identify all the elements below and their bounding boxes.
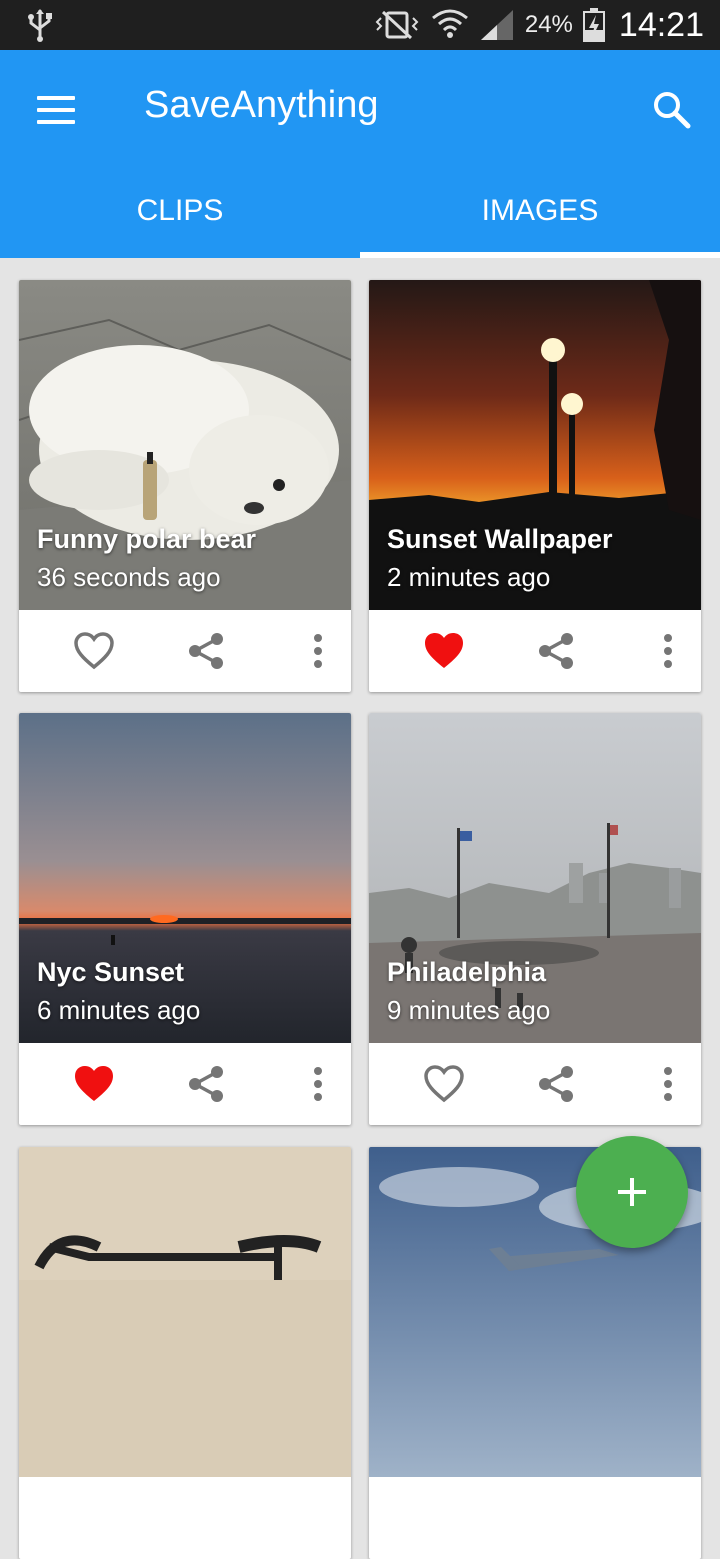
card-title: Philadelphia bbox=[387, 957, 547, 987]
more-vertical-icon bbox=[664, 634, 672, 668]
add-icon bbox=[576, 1136, 688, 1248]
battery-percent: 24% bbox=[524, 11, 573, 38]
image-card[interactable]: Nyc Sunset 6 minutes ago bbox=[19, 713, 351, 1125]
image-card[interactable]: Sunset Wallpaper 2 minutes ago bbox=[369, 280, 701, 692]
share-button[interactable] bbox=[183, 1061, 229, 1107]
card-title: Funny polar bear bbox=[37, 524, 257, 554]
more-vertical-icon bbox=[314, 634, 322, 668]
search-icon[interactable] bbox=[648, 86, 696, 134]
app-bar: SaveAnything CLIPS IMAGES bbox=[0, 50, 720, 258]
card-actions bbox=[19, 1043, 351, 1125]
heart-outline-icon bbox=[74, 632, 114, 670]
image-card[interactable]: Funny polar bear 36 seconds ago bbox=[19, 280, 351, 692]
image-card[interactable]: Philadelphia 9 minutes ago bbox=[369, 713, 701, 1125]
card-image[interactable] bbox=[19, 280, 351, 610]
share-icon bbox=[189, 1066, 223, 1102]
image-card[interactable] bbox=[19, 1147, 351, 1559]
share-button[interactable] bbox=[533, 628, 579, 674]
share-button[interactable] bbox=[183, 628, 229, 674]
vibrate-icon bbox=[375, 10, 419, 40]
heart-filled-icon bbox=[425, 633, 463, 668]
add-button[interactable] bbox=[576, 1136, 688, 1248]
card-actions bbox=[369, 610, 701, 692]
card-timestamp: 6 minutes ago bbox=[37, 995, 201, 1025]
more-options-button[interactable] bbox=[645, 628, 691, 674]
share-button[interactable] bbox=[533, 1061, 579, 1107]
card-actions bbox=[369, 1043, 701, 1125]
heart-outline-icon bbox=[424, 1065, 464, 1103]
tab-bar: CLIPS IMAGES bbox=[0, 176, 720, 258]
card-title: Nyc Sunset bbox=[37, 957, 185, 987]
like-button[interactable] bbox=[421, 628, 467, 674]
like-button[interactable] bbox=[71, 1061, 117, 1107]
more-vertical-icon bbox=[664, 1067, 672, 1101]
card-timestamp: 36 seconds ago bbox=[37, 562, 221, 592]
more-options-button[interactable] bbox=[295, 1061, 341, 1107]
wifi-icon bbox=[431, 9, 468, 38]
card-timestamp: 9 minutes ago bbox=[387, 995, 551, 1025]
heart-filled-icon bbox=[75, 1066, 113, 1101]
card-image[interactable] bbox=[19, 713, 351, 1043]
more-vertical-icon bbox=[314, 1067, 322, 1101]
card-image[interactable] bbox=[19, 1147, 351, 1477]
clock: 14:21 bbox=[618, 5, 704, 44]
card-actions bbox=[19, 610, 351, 692]
card-image[interactable] bbox=[369, 280, 701, 610]
share-icon bbox=[539, 633, 573, 669]
battery-charging-icon bbox=[582, 8, 605, 42]
like-button[interactable] bbox=[421, 1061, 467, 1107]
more-options-button[interactable] bbox=[645, 1061, 691, 1107]
card-image[interactable] bbox=[369, 713, 701, 1043]
like-button[interactable] bbox=[71, 628, 117, 674]
share-icon bbox=[189, 633, 223, 669]
hamburger-menu-icon[interactable] bbox=[30, 88, 82, 128]
card-timestamp: 2 minutes ago bbox=[387, 562, 551, 592]
usb-icon bbox=[28, 9, 52, 42]
card-title: Sunset Wallpaper bbox=[387, 524, 613, 554]
signal-icon bbox=[480, 10, 513, 40]
status-bar: 24% 14:21 bbox=[0, 0, 720, 50]
tab-clips[interactable]: CLIPS bbox=[0, 176, 360, 258]
tab-images[interactable]: IMAGES bbox=[360, 176, 720, 258]
share-icon bbox=[539, 1066, 573, 1102]
more-options-button[interactable] bbox=[295, 628, 341, 674]
app-title: SaveAnything bbox=[144, 84, 379, 126]
